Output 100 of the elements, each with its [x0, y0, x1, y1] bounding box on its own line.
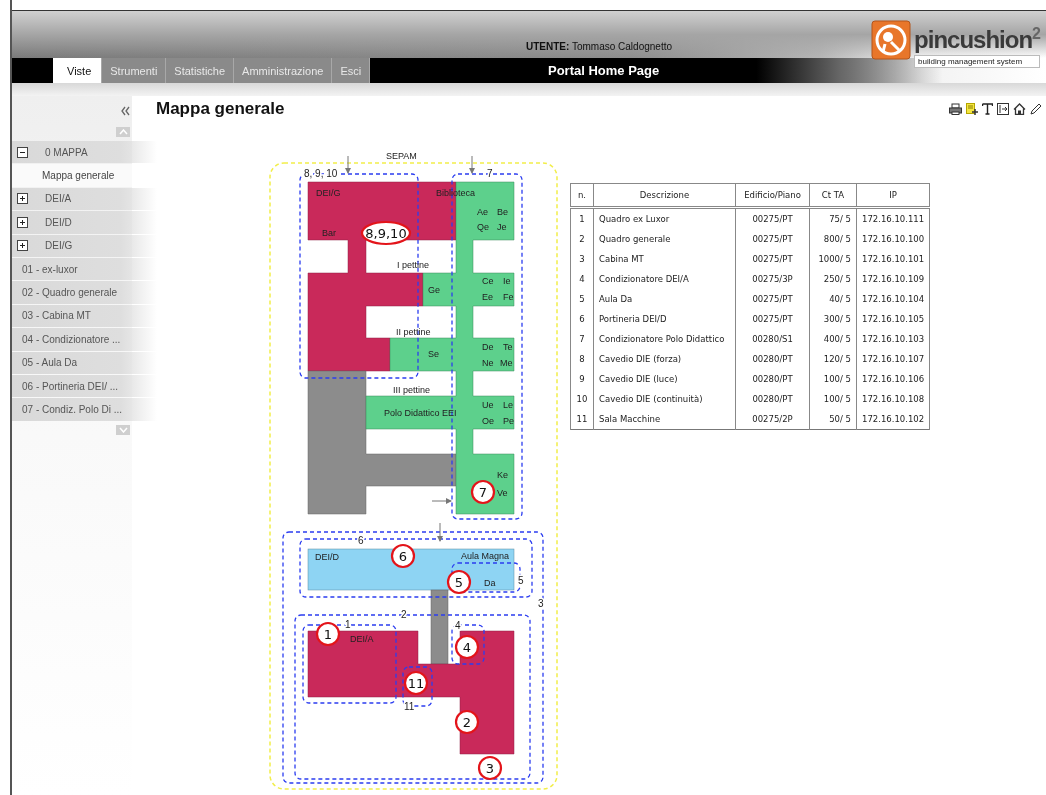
room-label: I pettine	[397, 260, 430, 270]
nav-tab[interactable]: Viste	[53, 58, 103, 83]
arrow	[345, 155, 351, 174]
home-icon[interactable]	[1013, 103, 1026, 115]
column-header: n.	[570, 183, 594, 208]
table-cell: 7	[570, 329, 594, 349]
zone-label: 7	[487, 168, 493, 179]
room-label: Da	[484, 578, 496, 588]
table-cell: 172.16.10.100	[856, 229, 930, 249]
column-header: Descrizione	[593, 183, 736, 208]
text-icon[interactable]	[982, 103, 993, 115]
table-cell: 172.16.10.107	[856, 349, 930, 369]
map-title: SEPAM	[386, 151, 417, 161]
table-cell: 172.16.10.102	[856, 409, 930, 430]
table-cell: 00275/PT	[735, 207, 810, 229]
room-label: Ke	[497, 470, 508, 480]
room-label: De	[482, 342, 494, 352]
expand-box-icon[interactable]	[17, 193, 28, 205]
table-cell: 9	[570, 369, 594, 389]
room-label: Le	[503, 400, 513, 410]
expand-box-icon[interactable]	[17, 240, 28, 252]
logo-icon	[871, 20, 912, 60]
nav-tab[interactable]: Statistiche	[166, 58, 235, 83]
print-icon[interactable]	[949, 103, 962, 115]
room-label: II pettine	[396, 327, 431, 337]
room-label: Je	[497, 222, 507, 232]
table-cell: 172.16.10.101	[856, 249, 930, 269]
table-cell: 1000/ 5	[809, 249, 857, 269]
room-label: Fe	[503, 292, 514, 302]
number-marker: 6	[390, 543, 416, 569]
table-cell: 172.16.10.105	[856, 309, 930, 329]
table-cell: 00280/PT	[735, 369, 810, 389]
room-label: Ve	[497, 488, 508, 498]
tree-item[interactable]: Mappa generale	[12, 164, 132, 187]
table-cell: 172.16.10.104	[856, 289, 930, 309]
insert-frame-icon[interactable]	[997, 103, 1009, 115]
table-cell: 172.16.10.106	[856, 369, 930, 389]
table-cell: 172.16.10.109	[856, 269, 930, 289]
table-cell: 120/ 5	[809, 349, 857, 369]
table-cell: 100/ 5	[809, 369, 857, 389]
table-cell: 00275/2P	[735, 409, 810, 430]
table-cell: 8	[570, 349, 594, 369]
room-label: Aula Magna	[461, 551, 510, 561]
collapse-box-icon[interactable]	[17, 146, 28, 158]
table-cell: 2	[570, 229, 594, 249]
room-label: Ce	[482, 276, 494, 286]
table-cell: Sala Macchine	[593, 409, 736, 430]
number-marker: 3	[477, 755, 503, 781]
room-label: Ue	[482, 400, 494, 410]
table-cell: 00280/PT	[735, 349, 810, 369]
table-cell: 50/ 5	[809, 409, 857, 430]
table-cell: 00275/PT	[735, 229, 810, 249]
table-cell: Cavedio DIE (forza)	[593, 349, 736, 369]
zone-label: 11	[404, 701, 415, 712]
table-cell: 250/ 5	[809, 269, 857, 289]
pencil-icon[interactable]	[1030, 103, 1042, 115]
column-header: IP	[856, 183, 930, 208]
table-cell: Condizionatore DEI/A	[593, 269, 736, 289]
room-label: Se	[428, 349, 439, 359]
number-marker: 2	[454, 709, 480, 735]
table-cell: 40/ 5	[809, 289, 857, 309]
room-label: Ae	[477, 207, 488, 217]
table-cell: 00275/3P	[735, 269, 810, 289]
table-cell: 1	[570, 207, 594, 229]
room-label: Ne	[482, 358, 494, 368]
arrow	[431, 498, 452, 504]
zone-label: 6	[358, 535, 364, 546]
logo-text: pincushion$^{2}$	[914, 24, 1040, 54]
table-cell: 00275/PT	[735, 289, 810, 309]
table-cell: 172.16.10.111	[856, 207, 930, 229]
column-header: Ct TA	[809, 183, 857, 208]
table-cell: 75/ 5	[809, 207, 857, 229]
page-title: Portal Home Page	[548, 63, 660, 78]
room-label: DEI/G	[316, 188, 341, 198]
number-marker: 4	[454, 634, 480, 660]
expand-box-icon[interactable]	[17, 216, 28, 228]
table-cell: 4	[570, 269, 594, 289]
nav-tab[interactable]: Strumenti	[102, 58, 167, 83]
number-marker: 5	[446, 569, 472, 595]
zone-label: 1	[345, 619, 351, 630]
table-cell: 10	[570, 389, 594, 409]
zone-label: 2	[401, 609, 407, 620]
add-note-icon[interactable]	[966, 103, 978, 115]
collapse-icon[interactable]	[121, 106, 130, 116]
room-label: Qe	[477, 222, 489, 232]
room-label: Bar	[322, 228, 336, 238]
nav-tab[interactable]: Esci	[332, 58, 371, 83]
zone-label: 3	[538, 598, 544, 609]
table-cell: 00280/PT	[735, 389, 810, 409]
table-cell: 6	[570, 309, 594, 329]
table-cell: 100/ 5	[809, 389, 857, 409]
table-cell: 00275/PT	[735, 249, 810, 269]
table-cell: 172.16.10.103	[856, 329, 930, 349]
room-label: Oe	[482, 416, 494, 426]
room-label: Me	[500, 358, 513, 368]
table-cell: 3	[570, 249, 594, 269]
room-label: DEI/D	[315, 552, 339, 562]
room-label: Ie	[503, 276, 511, 286]
arrow	[469, 155, 475, 174]
room-label: DEI/A	[350, 634, 374, 644]
